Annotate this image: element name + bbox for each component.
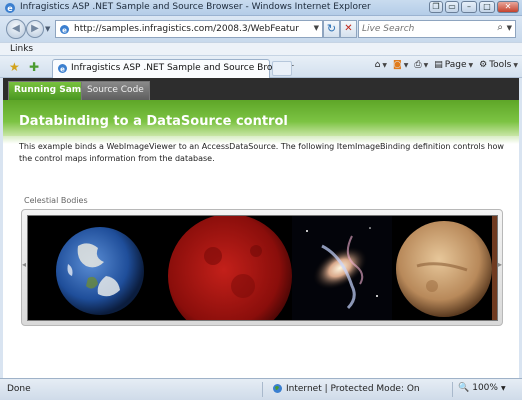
gear-icon: ⚙	[479, 60, 488, 70]
page-banner: Databinding to a DataSource control	[3, 100, 519, 136]
window-menu-icon[interactable]: ▭	[445, 1, 459, 13]
page-icon: e	[60, 25, 69, 35]
globe-icon	[273, 384, 282, 393]
page-content: Running Sample Source Code Databinding t…	[3, 78, 519, 378]
restore-icon[interactable]: ❐	[429, 1, 443, 13]
back-button[interactable]: ◀	[6, 19, 26, 39]
rss-icon: ◙	[393, 60, 402, 70]
tab-page-icon: e	[58, 64, 67, 74]
address-bar[interactable]: e http://samples.infragistics.com/2008.3…	[55, 20, 323, 38]
security-zone-label: Internet | Protected Mode: On	[286, 383, 420, 394]
chevron-down-icon: ▼	[513, 61, 518, 69]
page-title: Databinding to a DataSource control	[19, 114, 288, 129]
page-description: This example binds a WebImageViewer to a…	[19, 142, 504, 163]
maximize-button[interactable]: □	[479, 1, 495, 13]
web-image-viewer: ◂ ▸	[21, 209, 503, 326]
window-title-bar: e Infragistics ASP .NET Sample and Sourc…	[0, 0, 522, 16]
close-button[interactable]: ✕	[497, 1, 519, 13]
status-text: Done	[7, 384, 31, 394]
chevron-down-icon: ▼	[423, 61, 429, 69]
mars-image[interactable]	[392, 216, 498, 321]
feeds-button[interactable]: ◙ ▼	[393, 60, 408, 70]
page-menu-icon: ▤	[434, 60, 443, 70]
search-input[interactable]	[359, 21, 484, 37]
svg-text:e: e	[60, 66, 65, 74]
scroll-left-icon[interactable]: ◂	[22, 260, 26, 269]
browser-tab-label: Infragistics ASP .NET Sample and Source …	[71, 63, 294, 73]
add-favorites-icon[interactable]: ✚	[29, 60, 39, 74]
tab-bar: ★ ✚ e Infragistics ASP .NET Sample and S…	[0, 56, 522, 78]
page-menu[interactable]: ▤ Page ▼	[434, 60, 473, 70]
scroll-right-icon[interactable]: ▸	[498, 260, 502, 269]
minimize-button[interactable]: –	[461, 1, 477, 13]
svg-text:e: e	[62, 27, 67, 35]
search-icon[interactable]: ⌕	[497, 22, 503, 33]
refresh-button[interactable]: ↻	[323, 20, 340, 38]
tab-source-code[interactable]: Source Code	[81, 81, 150, 100]
zoom-control[interactable]: 🔍 100% ▼	[458, 383, 506, 393]
new-tab-button[interactable]	[272, 61, 292, 76]
chevron-down-icon: ▼	[500, 384, 506, 392]
address-dropdown-icon[interactable]: ▼	[314, 24, 319, 32]
zoom-icon: 🔍	[458, 383, 470, 393]
svg-text:e: e	[7, 4, 13, 13]
printer-icon: ⎙	[414, 60, 422, 70]
status-divider	[262, 382, 263, 397]
chevron-down-icon: ▼	[382, 61, 387, 69]
image-strip	[27, 215, 498, 321]
recent-pages-dropdown-icon[interactable]: ▼	[45, 25, 50, 33]
tools-menu[interactable]: ⚙ Tools ▼	[479, 60, 518, 70]
address-url[interactable]: http://samples.infragistics.com/2008.3/W…	[74, 24, 299, 34]
security-zone[interactable]: Internet | Protected Mode: On	[272, 383, 420, 394]
page-bottom-space	[3, 334, 519, 378]
print-button[interactable]: ⎙ ▼	[414, 60, 428, 70]
search-box[interactable]: ⌕ ▼	[358, 20, 516, 38]
status-bar: Done Internet | Protected Mode: On 🔍 100…	[0, 378, 522, 400]
favorites-star-icon[interactable]: ★	[9, 60, 20, 74]
red-moon-image[interactable]	[168, 216, 292, 321]
zoom-level: 100%	[472, 383, 498, 393]
sample-tab-strip: Running Sample Source Code	[3, 78, 519, 100]
search-options-dropdown-icon[interactable]: ▼	[507, 24, 512, 32]
home-button[interactable]: ⌂ ▼	[375, 60, 387, 70]
home-icon: ⌂	[374, 60, 381, 70]
window-title: Infragistics ASP .NET Sample and Source …	[20, 2, 371, 12]
galaxy-image[interactable]	[292, 216, 392, 321]
links-bar: Links	[0, 42, 522, 56]
links-label[interactable]: Links	[10, 44, 33, 54]
image-viewer-header: Celestial Bodies	[24, 196, 88, 205]
address-toolbar: ◀ ▶ ▼ e http://samples.infragistics.com/…	[0, 16, 522, 42]
ie-logo-icon: e	[5, 3, 15, 13]
chevron-down-icon: ▼	[468, 61, 474, 69]
page-menu-label: Page	[444, 60, 467, 70]
stop-button[interactable]: ✕	[340, 20, 357, 38]
status-divider	[452, 382, 453, 397]
browser-tab[interactable]: e Infragistics ASP .NET Sample and Sourc…	[52, 59, 294, 78]
earth-image[interactable]	[28, 216, 168, 321]
chevron-down-icon: ▼	[403, 61, 409, 69]
forward-button[interactable]: ▶	[26, 20, 44, 38]
tools-menu-label: Tools	[489, 60, 512, 70]
